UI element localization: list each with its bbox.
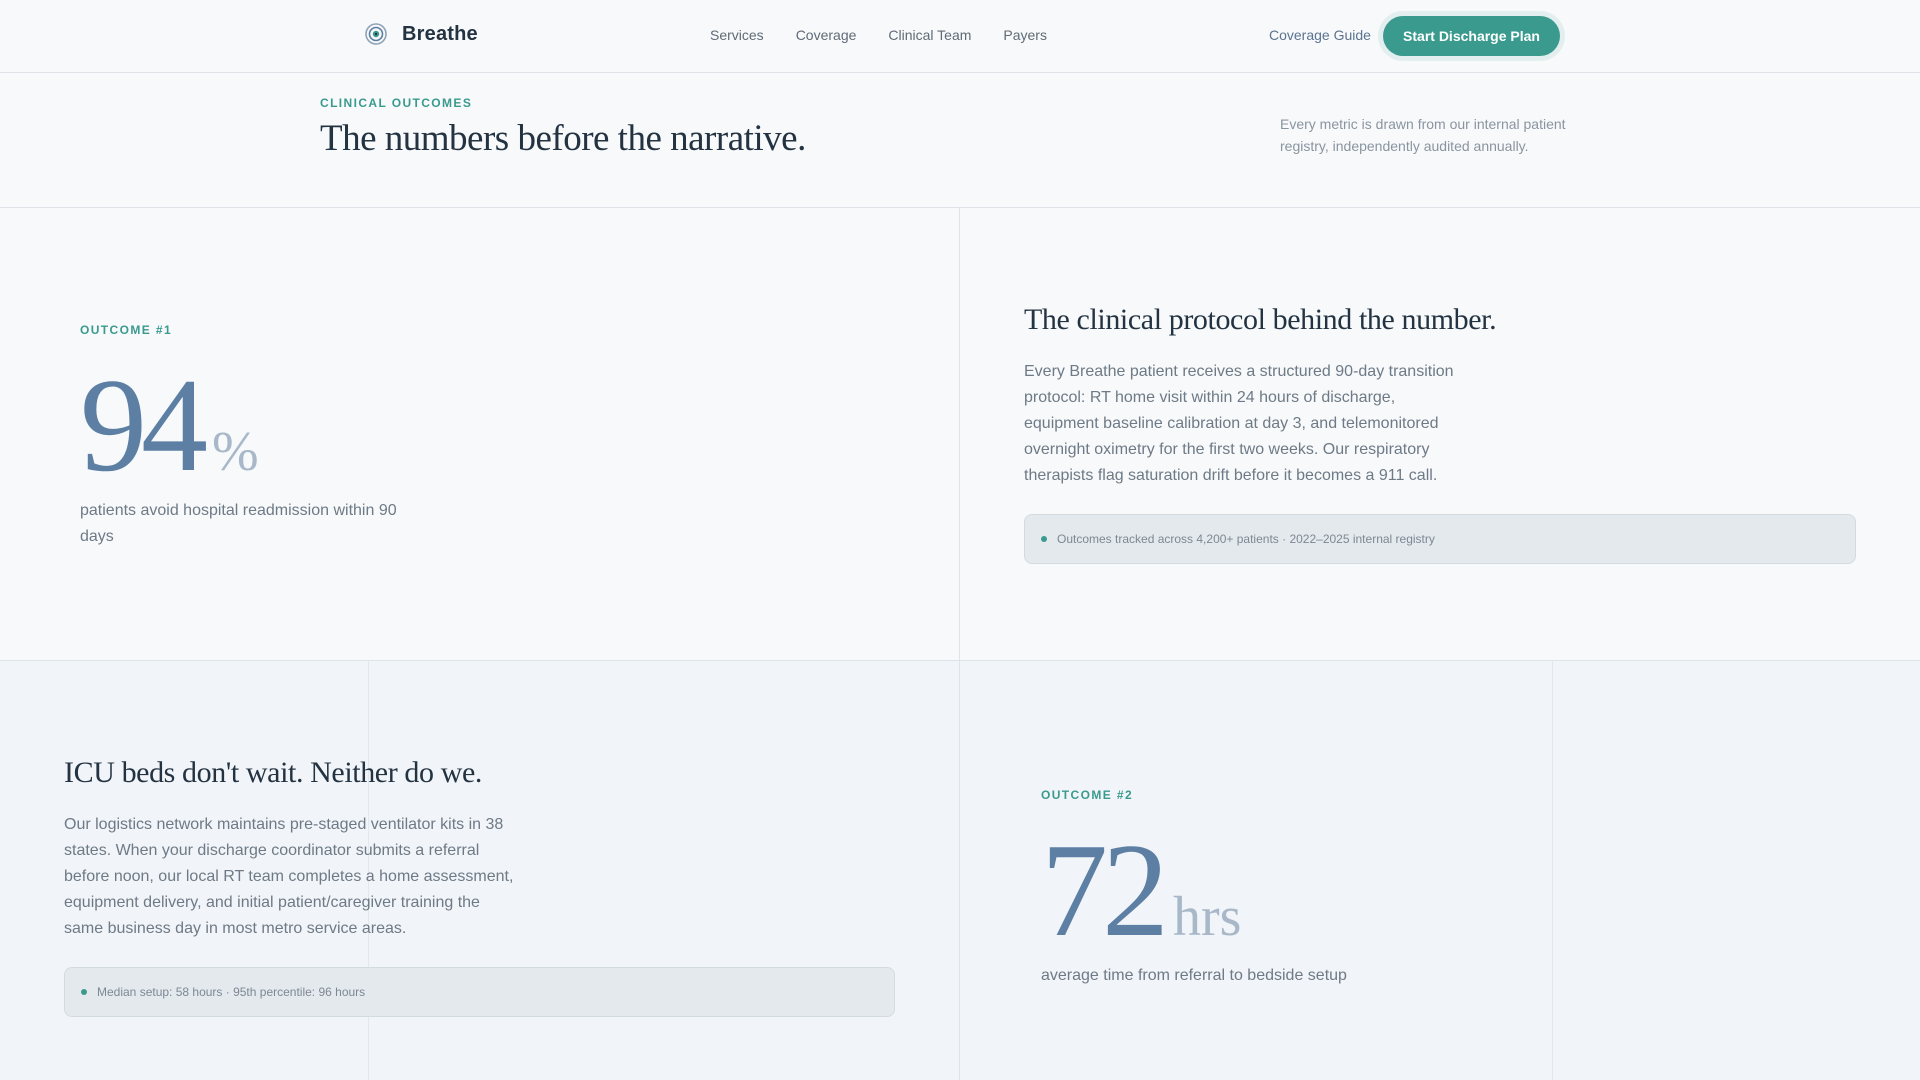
bullet-dot-icon xyxy=(1041,536,1047,542)
icu-panel: ICU beds don't wait. Neither do we. Our … xyxy=(0,661,960,1080)
outcome-row-1: OUTCOME #1 94 % patients avoid hospital … xyxy=(0,208,1920,661)
nav-link-coverage[interactable]: Coverage xyxy=(796,27,857,43)
outcome-2-description: average time from referral to bedside se… xyxy=(1041,967,1347,984)
outcome-2-metric: 72 hrs xyxy=(1041,823,1241,957)
outcome-2-value: 72 xyxy=(1041,816,1169,964)
top-navigation: Breathe Services Coverage Clinical Team … xyxy=(0,0,1920,73)
outcome-row-2: ICU beds don't wait. Neither do we. Our … xyxy=(0,661,1920,1080)
section-note: Every metric is drawn from our internal … xyxy=(1280,116,1566,154)
protocol-callout-text: Outcomes tracked across 4,200+ patients … xyxy=(1057,532,1435,546)
coverage-guide-link[interactable]: Coverage Guide xyxy=(1269,27,1371,43)
icu-callout-text: Median setup: 58 hours · 95th percentile… xyxy=(97,985,366,999)
start-discharge-plan-button[interactable]: Start Discharge Plan xyxy=(1383,16,1560,56)
outcome-2-unit: hrs xyxy=(1173,886,1242,948)
bullet-dot-icon xyxy=(81,989,87,995)
icu-callout: Median setup: 58 hours · 95th percentile… xyxy=(64,967,895,1017)
nav-link-payers[interactable]: Payers xyxy=(1003,27,1047,43)
nav-link-clinical-team[interactable]: Clinical Team xyxy=(888,27,971,43)
icu-body: Our logistics network maintains pre-stag… xyxy=(64,816,514,937)
section-eyebrow: CLINICAL OUTCOMES xyxy=(320,96,473,110)
nav-links: Services Coverage Clinical Team Payers xyxy=(710,27,1079,43)
outcome-1-description: patients avoid hospital readmission with… xyxy=(80,502,397,545)
breathe-logo-icon xyxy=(365,23,387,45)
icu-title: ICU beds don't wait. Neither do we. xyxy=(64,756,482,789)
outcomes-intro-section: CLINICAL OUTCOMES The numbers before the… xyxy=(0,73,1920,208)
protocol-body: Every Breathe patient receives a structu… xyxy=(1024,363,1454,484)
brand-name: Breathe xyxy=(402,22,478,45)
outcome-1-panel: OUTCOME #1 94 % patients avoid hospital … xyxy=(0,208,960,661)
section-title: The numbers before the narrative. xyxy=(320,118,806,159)
brand-logo[interactable]: Breathe xyxy=(364,22,478,46)
outcome-2-eyebrow: OUTCOME #2 xyxy=(1041,788,1134,802)
protocol-callout: Outcomes tracked across 4,200+ patients … xyxy=(1024,514,1856,564)
nav-link-services[interactable]: Services xyxy=(710,27,764,43)
outcome-1-value: 94 xyxy=(80,351,208,499)
outcome-1-metric: 94 % xyxy=(80,358,259,492)
outcome-1-unit: % xyxy=(212,421,259,483)
outcome-1-eyebrow: OUTCOME #1 xyxy=(80,323,173,337)
protocol-title: The clinical protocol behind the number. xyxy=(1024,303,1497,336)
outcome-2-panel: OUTCOME #2 72 hrs average time from refe… xyxy=(960,661,1920,1080)
protocol-panel: The clinical protocol behind the number.… xyxy=(960,208,1920,661)
